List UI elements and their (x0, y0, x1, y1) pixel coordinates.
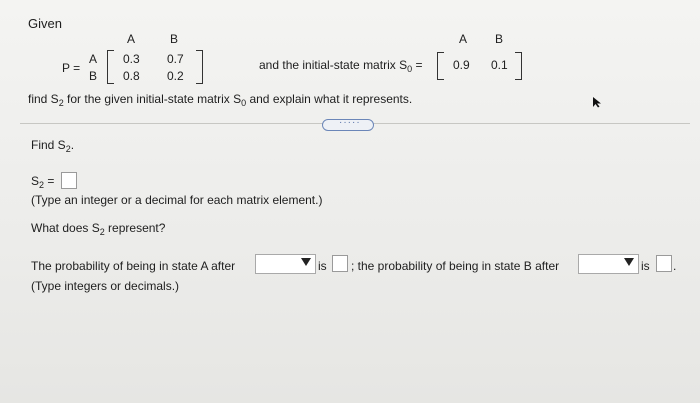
matrix-s0-right-bracket (515, 52, 522, 80)
question-suffix: represent? (104, 221, 166, 235)
matrix-p-label: P = (62, 61, 81, 75)
instruction-part: find S (28, 92, 59, 106)
matrix-entry-hint: (Type an integer or a decimal for each m… (31, 193, 323, 207)
is-label: is (318, 259, 327, 273)
what-does-s2-represent: What does S2 represent? (31, 221, 165, 237)
matrix-p-cell: 0.7 (167, 52, 184, 66)
matrix-s0-col-header: B (495, 32, 504, 46)
matrix-p-right-bracket (196, 50, 203, 84)
s2-equals: = (44, 174, 55, 188)
dropdown-arrow-icon (624, 258, 634, 266)
initial-state-text: and the initial-state matrix S0 = (259, 58, 422, 74)
matrix-s0-cell: 0.1 (491, 58, 508, 72)
problem-page: Given A B P = A B 0.3 0.7 0.8 0.2 and th… (0, 0, 700, 403)
expand-collapse-button[interactable]: ····· (322, 117, 374, 131)
matrix-p-cell: 0.3 (123, 52, 140, 66)
is-label: is (641, 259, 650, 273)
matrix-s0-cell: 0.9 (453, 58, 470, 72)
initial-state-subscript: 0 (407, 64, 413, 74)
instruction-text: find S2 for the given initial-state matr… (28, 92, 412, 108)
state-a-text: The probability of being in state A afte… (31, 259, 236, 273)
matrix-p-col-header: B (170, 32, 179, 46)
matrix-p-row-header: B (89, 69, 98, 83)
question-prefix: What does S (31, 221, 100, 235)
find-suffix: . (70, 138, 75, 152)
expand-dots: ····· (339, 117, 361, 128)
instruction-part: for the given initial-state matrix S (63, 92, 242, 106)
initial-state-label: and the initial-state matrix S (259, 58, 408, 72)
matrix-p-col-header: A (127, 32, 136, 46)
state-b-steps-dropdown[interactable] (578, 254, 639, 274)
matrix-p-row-header: A (89, 52, 98, 66)
matrix-p-cell: 0.8 (123, 69, 140, 83)
sentence-period: . (673, 259, 677, 273)
find-s2-heading: Find S2. (31, 138, 74, 154)
given-label: Given (28, 16, 62, 31)
dropdown-arrow-icon (301, 258, 311, 266)
instruction-part: and explain what it represents. (246, 92, 413, 106)
state-b-probability-input[interactable] (656, 255, 672, 272)
state-a-probability-input[interactable] (332, 255, 348, 272)
s2-answer-label: S2 = (31, 174, 54, 190)
matrix-s0-left-bracket (437, 52, 444, 80)
state-a-steps-dropdown[interactable] (255, 254, 316, 274)
state-b-text: ; the probability of being in state B af… (351, 259, 560, 273)
equals-sign: = (415, 58, 423, 72)
decimal-hint: (Type integers or decimals.) (31, 279, 180, 293)
mouse-cursor-icon (593, 97, 601, 108)
matrix-p-cell: 0.2 (167, 69, 184, 83)
find-prefix: Find S (31, 138, 66, 152)
matrix-s0-col-header: A (459, 32, 468, 46)
s2-prefix: S (31, 174, 40, 188)
s2-matrix-input[interactable] (61, 172, 77, 189)
matrix-p-left-bracket (107, 50, 114, 84)
